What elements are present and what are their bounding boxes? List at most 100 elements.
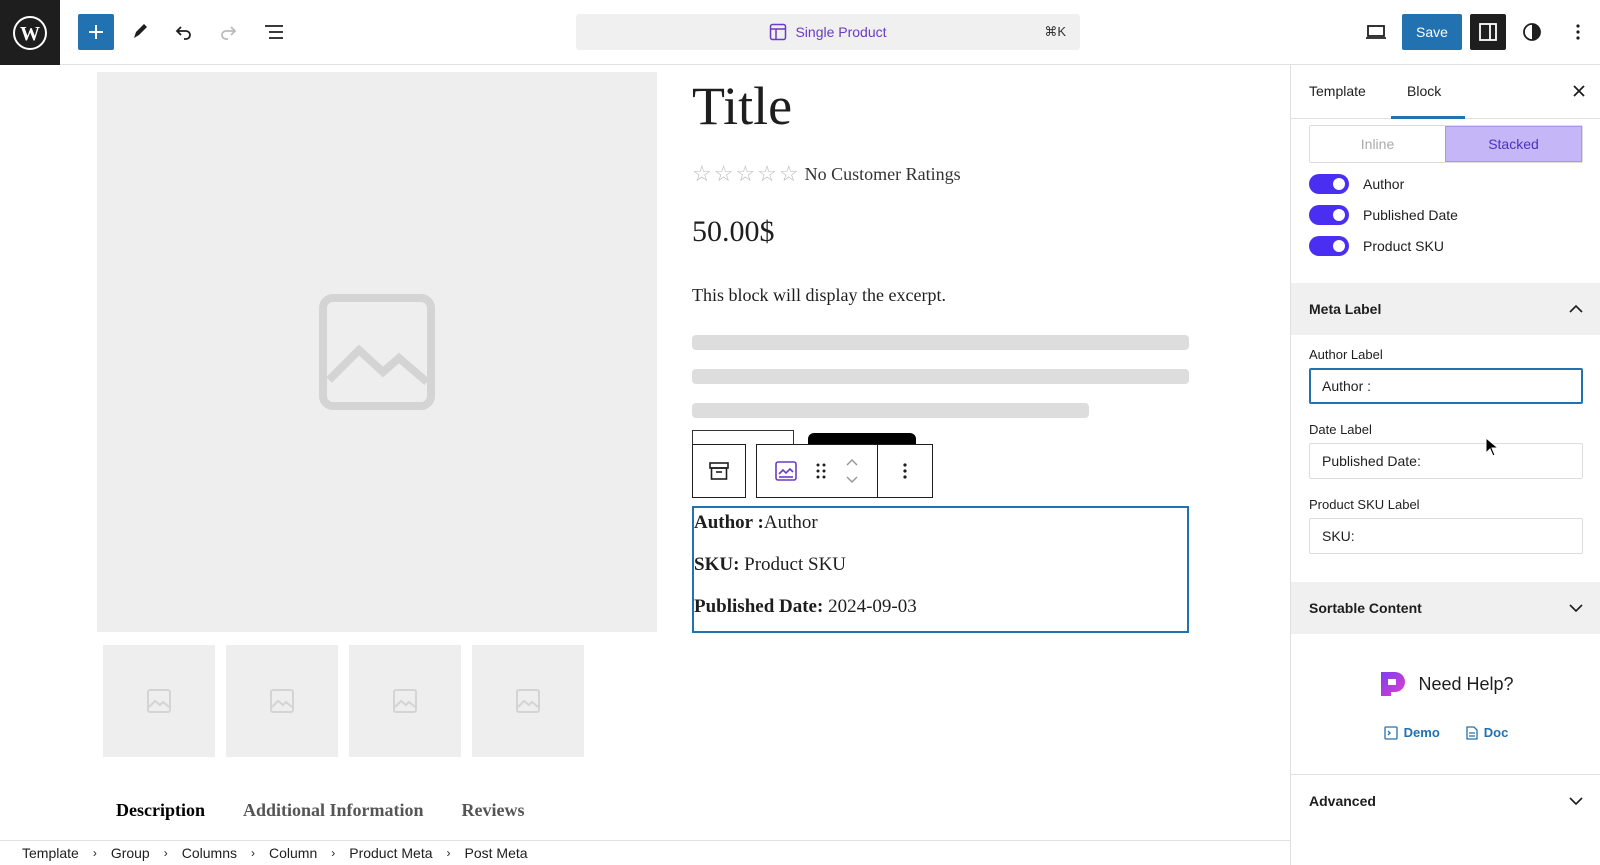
- author-toggle[interactable]: [1309, 174, 1349, 194]
- chevron-down-icon: [1569, 794, 1583, 808]
- meta-sku-label: SKU:: [694, 554, 740, 575]
- command-label: Single Product: [795, 24, 887, 40]
- save-button[interactable]: Save: [1402, 14, 1462, 50]
- meta-author-line: Author :Author: [694, 512, 818, 534]
- date-label-field-label: Date Label: [1309, 422, 1372, 437]
- template-icon: [770, 23, 787, 41]
- product-image-placeholder[interactable]: [97, 72, 657, 632]
- document-overview-icon[interactable]: [256, 14, 292, 50]
- skeleton-line: [692, 335, 1189, 350]
- doc-link-label: Doc: [1483, 725, 1509, 740]
- post-meta-block-icon[interactable]: [774, 461, 797, 481]
- toggle-sku-row: Product SKU: [1309, 236, 1444, 256]
- published-date-toggle[interactable]: [1309, 205, 1349, 225]
- breadcrumb: Template › Group › Columns › Column › Produc…: [0, 840, 1290, 865]
- toggle-author-label: Author: [1363, 176, 1405, 192]
- chevron-right-icon: ›: [92, 846, 97, 860]
- product-price[interactable]: 50.00$: [692, 215, 775, 249]
- parent-block-button[interactable]: [692, 444, 746, 498]
- image-placeholder-icon: [516, 689, 540, 713]
- post-meta-block[interactable]: Author :Author SKU: Product SKU Publishe…: [692, 506, 1189, 633]
- editor-canvas: Title ☆☆☆☆☆ No Customer Ratings 50.00$ T…: [0, 65, 1290, 840]
- help-section: Need Help? Demo Doc: [1291, 637, 1600, 775]
- meta-author-value: Author: [763, 512, 818, 533]
- command-palette-bar[interactable]: Single Product ⌘K: [576, 14, 1080, 50]
- help-title: Need Help?: [1418, 673, 1514, 694]
- options-menu-icon[interactable]: [1560, 14, 1596, 50]
- product-title[interactable]: Title: [692, 75, 792, 137]
- plugin-logo-icon: [1381, 672, 1406, 696]
- toggle-date-label: Published Date: [1363, 207, 1458, 223]
- redo-icon[interactable]: [210, 14, 246, 50]
- settings-sidebar: Template Block Inline Stacked Author Pub…: [1290, 65, 1600, 865]
- edit-tool-icon[interactable]: [122, 14, 158, 50]
- command-shortcut: ⌘K: [1044, 24, 1066, 39]
- tab-description[interactable]: Description: [116, 800, 205, 821]
- product-ratings[interactable]: ☆☆☆☆☆ No Customer Ratings: [692, 161, 961, 187]
- breadcrumb-item[interactable]: Group: [111, 845, 150, 861]
- styles-contrast-icon[interactable]: [1514, 14, 1550, 50]
- meta-date-label: Published Date:: [694, 596, 824, 617]
- tab-template[interactable]: Template: [1309, 83, 1366, 99]
- image-placeholder-icon: [270, 689, 294, 713]
- meta-date-line: Published Date: 2024-09-03: [694, 596, 917, 618]
- chevron-right-icon: ›: [250, 846, 255, 860]
- preview-device-icon[interactable]: [1358, 14, 1394, 50]
- meta-author-label: Author :: [694, 512, 764, 533]
- breadcrumb-item[interactable]: Post Meta: [465, 845, 528, 861]
- demo-icon: [1384, 725, 1398, 740]
- product-tabs: Description Additional Information Revie…: [116, 800, 525, 821]
- breadcrumb-item[interactable]: Product Meta: [349, 845, 432, 861]
- sku-label-field-label: Product SKU Label: [1309, 497, 1420, 512]
- demo-link[interactable]: Demo: [1384, 725, 1440, 740]
- author-label-input[interactable]: [1309, 368, 1583, 404]
- layout-stacked-option[interactable]: Stacked: [1445, 126, 1582, 162]
- chevron-up-icon: [1569, 302, 1583, 316]
- date-label-input[interactable]: [1309, 443, 1583, 479]
- block-controls: [756, 444, 878, 498]
- settings-sidebar-icon[interactable]: [1470, 14, 1506, 50]
- chevron-right-icon: ›: [446, 846, 451, 860]
- archive-icon: [709, 462, 729, 480]
- panel-title: Advanced: [1309, 793, 1376, 809]
- close-icon[interactable]: [1567, 79, 1591, 103]
- doc-icon: [1466, 725, 1478, 740]
- meta-date-value: 2024-09-03: [823, 596, 917, 617]
- undo-icon[interactable]: [166, 14, 202, 50]
- svg-text:W: W: [20, 23, 40, 45]
- meta-sku-value: Product SKU: [739, 554, 847, 575]
- toggle-author-row: Author: [1309, 174, 1404, 194]
- breadcrumb-item[interactable]: Columns: [182, 845, 237, 861]
- author-label-field-label: Author Label: [1309, 347, 1383, 362]
- gallery-thumb[interactable]: [103, 645, 215, 757]
- block-options-button[interactable]: [877, 444, 933, 498]
- tab-additional-information[interactable]: Additional Information: [243, 800, 424, 821]
- chevron-down-icon: [1569, 601, 1583, 615]
- active-tab-indicator: [1391, 116, 1465, 119]
- gallery-thumb[interactable]: [226, 645, 338, 757]
- tab-reviews[interactable]: Reviews: [462, 800, 525, 821]
- product-sku-toggle[interactable]: [1309, 236, 1349, 256]
- breadcrumb-item[interactable]: Column: [269, 845, 317, 861]
- drag-handle-icon[interactable]: [816, 463, 826, 479]
- sortable-content-panel-header[interactable]: Sortable Content: [1291, 582, 1600, 634]
- image-placeholder-icon: [147, 689, 171, 713]
- skeleton-line: [692, 369, 1189, 384]
- meta-label-panel-header[interactable]: Meta Label: [1291, 283, 1600, 335]
- product-excerpt[interactable]: This block will display the excerpt.: [692, 285, 946, 306]
- advanced-panel-header[interactable]: Advanced: [1291, 775, 1600, 827]
- sku-label-input[interactable]: [1309, 518, 1583, 554]
- breadcrumb-item[interactable]: Template: [22, 845, 79, 861]
- move-up-down-icon[interactable]: [845, 457, 859, 485]
- more-vertical-icon: [903, 463, 907, 479]
- wordpress-logo-icon[interactable]: W: [0, 0, 60, 65]
- add-block-button[interactable]: [78, 14, 114, 50]
- tab-block[interactable]: Block: [1407, 83, 1441, 99]
- chevron-right-icon: ›: [331, 846, 336, 860]
- layout-inline-option[interactable]: Inline: [1310, 126, 1445, 162]
- chevron-right-icon: ›: [163, 846, 168, 860]
- gallery-thumb[interactable]: [472, 645, 584, 757]
- gallery-thumb[interactable]: [349, 645, 461, 757]
- skeleton-line: [692, 403, 1089, 418]
- doc-link[interactable]: Doc: [1466, 725, 1509, 740]
